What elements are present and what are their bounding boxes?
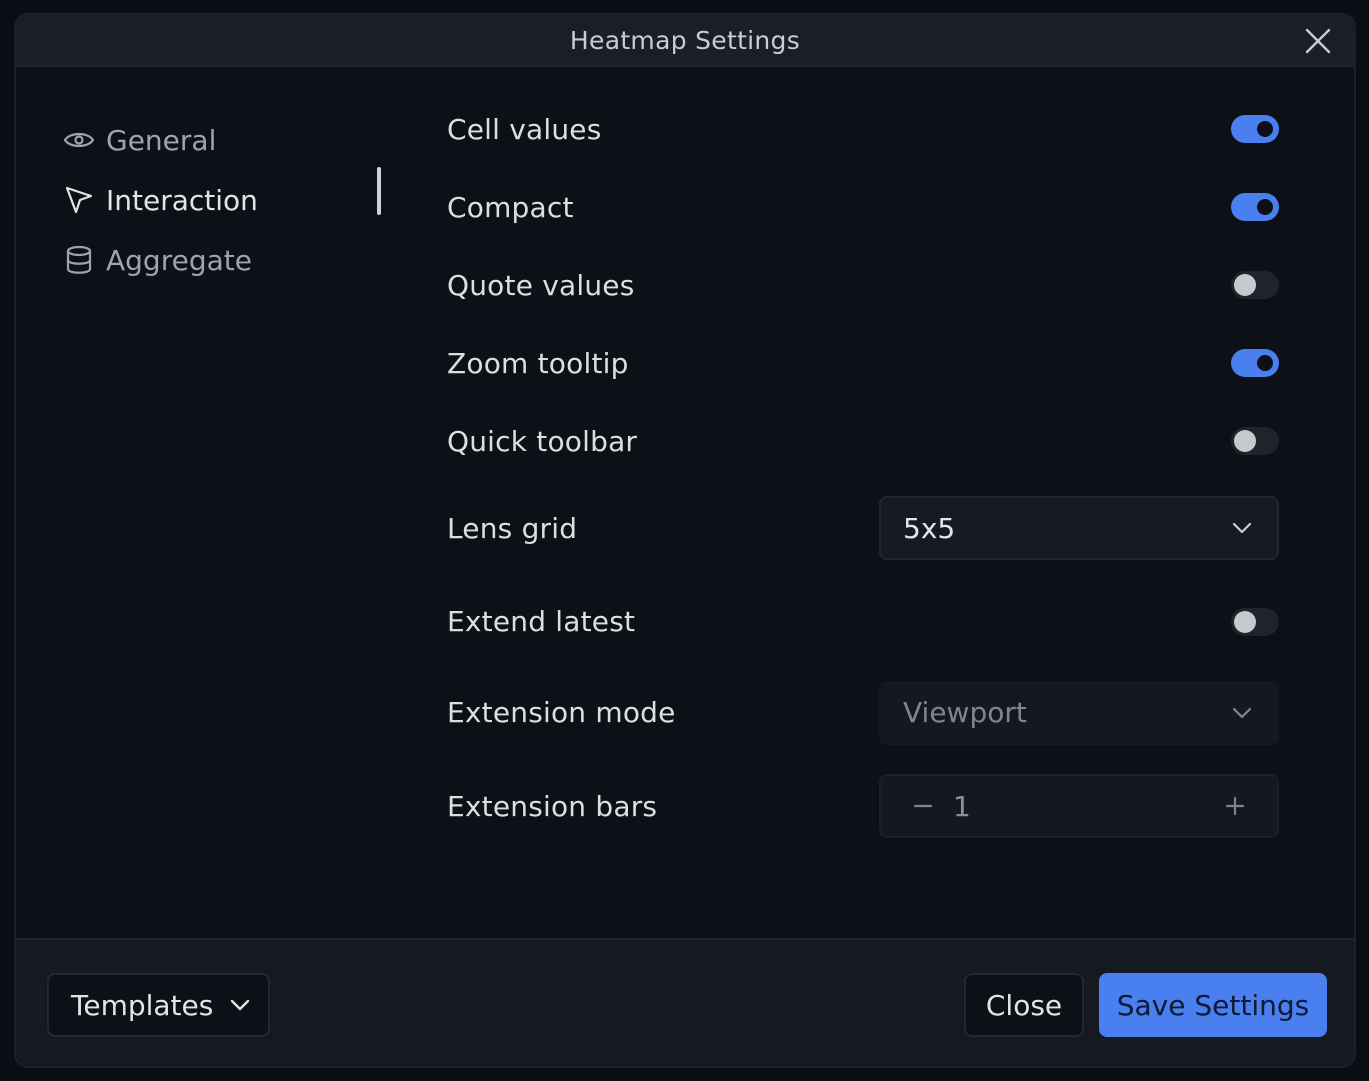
- setting-label: Extension mode: [447, 696, 676, 729]
- chevron-down-icon: [1229, 700, 1255, 726]
- dialog-title: Heatmap Settings: [569, 26, 801, 55]
- cursor-arrow-icon: [62, 183, 96, 217]
- extend-latest-toggle[interactable]: [1231, 607, 1279, 636]
- extension-bars-stepper: 1: [879, 774, 1279, 838]
- setting-label: Extend latest: [447, 605, 636, 638]
- lens-grid-select[interactable]: 5x5: [879, 496, 1279, 560]
- setting-row-zoom-tooltip: Zoom tooltip: [447, 324, 1279, 402]
- database-icon: [62, 243, 96, 277]
- templates-button[interactable]: Templates: [47, 973, 270, 1037]
- save-settings-button[interactable]: Save Settings: [1099, 973, 1327, 1037]
- setting-label: Extension bars: [447, 789, 658, 823]
- setting-row-cell-values: Cell values: [447, 90, 1279, 168]
- setting-row-lens-grid: Lens grid 5x5: [447, 480, 1279, 576]
- sidebar-item-aggregate[interactable]: Aggregate: [62, 230, 382, 290]
- setting-label: Quick toolbar: [447, 424, 638, 458]
- extension-mode-select[interactable]: Viewport: [879, 680, 1279, 745]
- compact-toggle[interactable]: [1231, 193, 1279, 221]
- templates-label: Templates: [71, 988, 214, 1022]
- settings-content: Cell values Compact Quote values Zoom to…: [447, 90, 1279, 854]
- setting-row-quote-values: Quote values: [447, 246, 1279, 324]
- dialog-footer: Templates Close Save Settings: [16, 938, 1354, 1066]
- setting-row-quick-toolbar: Quick toolbar: [447, 402, 1279, 480]
- setting-label: Quote values: [447, 268, 635, 302]
- zoom-tooltip-toggle[interactable]: [1231, 349, 1279, 377]
- chevron-down-icon: [1229, 515, 1255, 541]
- cell-values-toggle[interactable]: [1231, 115, 1279, 143]
- select-value: Viewport: [903, 696, 1027, 729]
- settings-sidebar: General Interaction Aggregate: [62, 110, 382, 290]
- setting-label: Zoom tooltip: [447, 346, 629, 380]
- sidebar-item-label: Interaction: [106, 183, 258, 217]
- select-value: 5x5: [903, 511, 956, 545]
- quick-toolbar-toggle[interactable]: [1231, 427, 1279, 455]
- plus-icon[interactable]: [1215, 786, 1255, 826]
- setting-label: Lens grid: [447, 511, 578, 545]
- close-button[interactable]: Close: [964, 973, 1084, 1037]
- setting-row-extension-bars: Extension bars 1: [447, 758, 1279, 854]
- setting-label: Compact: [447, 190, 574, 224]
- sidebar-item-label: Aggregate: [106, 243, 252, 277]
- setting-row-extension-mode: Extension mode Viewport: [447, 667, 1279, 758]
- setting-label: Cell values: [447, 112, 602, 146]
- close-icon[interactable]: [1304, 27, 1332, 55]
- active-tab-indicator: [377, 167, 381, 215]
- sidebar-item-interaction[interactable]: Interaction: [62, 170, 382, 230]
- title-bar: Heatmap Settings: [16, 15, 1354, 67]
- quote-values-toggle[interactable]: [1231, 271, 1279, 299]
- eye-icon: [62, 123, 96, 157]
- chevron-down-icon: [227, 992, 253, 1018]
- stepper-value[interactable]: 1: [953, 790, 1215, 823]
- minus-icon[interactable]: [903, 786, 943, 826]
- setting-row-compact: Compact: [447, 168, 1279, 246]
- settings-dialog: Heatmap Settings General Interaction Agg…: [14, 13, 1356, 1068]
- sidebar-item-general[interactable]: General: [62, 110, 382, 170]
- setting-row-extend-latest: Extend latest: [447, 576, 1279, 667]
- sidebar-item-label: General: [106, 123, 217, 157]
